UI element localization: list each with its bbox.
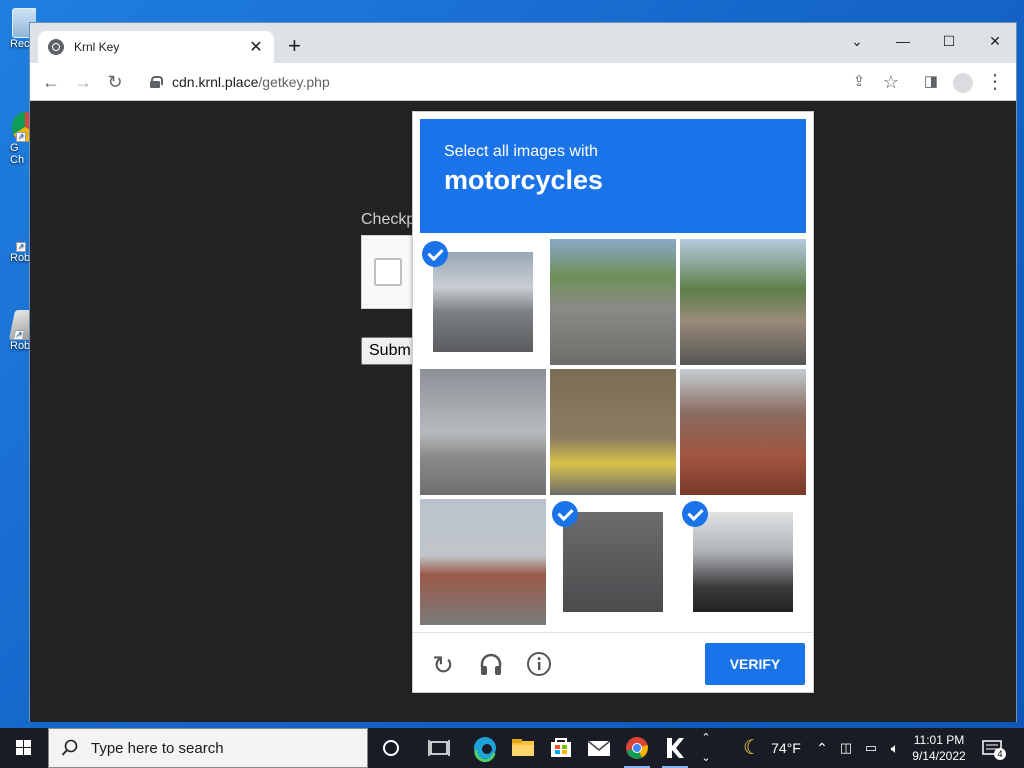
network-icon[interactable]: ▭ [860, 728, 882, 768]
bookmark-star-icon[interactable]: ☆ [878, 69, 904, 95]
clock-date: 9/14/2022 [912, 749, 966, 763]
search-icon [61, 739, 78, 756]
selected-checkmark-icon [552, 501, 578, 527]
side-panel-icon[interactable]: ◨ [918, 69, 944, 95]
maximize-button[interactable]: ☐ [926, 27, 972, 55]
verify-button[interactable]: VERIFY [705, 643, 805, 685]
minimize-button[interactable]: — [880, 27, 926, 55]
captcha-image-traffic-light-intersection [420, 499, 546, 625]
close-window-button[interactable]: ✕ [972, 27, 1018, 55]
shortcut-arrow-icon: ↗ [16, 242, 26, 252]
close-tab-icon[interactable]: ✕ [248, 37, 264, 57]
start-button[interactable] [0, 728, 48, 768]
taskbar-scroll-chevrons-icon[interactable]: ⌃ ⌄ [698, 728, 714, 768]
captcha-image-street-motorcycle-parked [433, 252, 533, 352]
browser-window: Krnl Key ✕ + ⌄ — ☐ ✕ ← → ↻ cdn.krnl.plac… [29, 22, 1017, 722]
captcha-tile-1[interactable] [420, 239, 546, 365]
shortcut-arrow-icon: ↗ [16, 132, 26, 142]
file-explorer-icon[interactable] [504, 728, 542, 768]
captcha-tile-5[interactable] [550, 369, 676, 495]
captcha-image-mountain-road-bridge [680, 239, 806, 365]
clock-time: 11:01 PM [913, 733, 965, 747]
captcha-tile-8[interactable] [550, 499, 676, 625]
reload-challenge-icon[interactable]: ↻ [429, 651, 457, 679]
mail-icon[interactable] [580, 728, 618, 768]
captcha-image-parked-motorcycles [693, 512, 793, 612]
tab-search-chevron-down-icon[interactable]: ⌄ [834, 27, 880, 55]
page-viewport: Checkp Subm Select all images with motor… [30, 101, 1016, 722]
clock[interactable]: 11:01 PM 9/14/2022 [908, 732, 970, 764]
volume-icon[interactable]: 🔈︎ [884, 728, 906, 768]
hidden-icons-chevron-up-icon[interactable]: ⌃ [812, 728, 832, 768]
captcha-prompt: Select all images with motorcycles [420, 119, 806, 233]
tab-title: Krnl Key [74, 40, 120, 54]
share-icon[interactable]: ⇪ [846, 69, 872, 95]
captcha-tile-6[interactable] [680, 369, 806, 495]
weather-temp[interactable]: 74°F [768, 728, 804, 768]
task-view-icon[interactable] [420, 728, 458, 768]
back-button[interactable]: ← [38, 69, 64, 95]
captcha-image-crosswalk-bus [550, 239, 676, 365]
captcha-image-brick-house [680, 369, 806, 495]
new-tab-button[interactable]: + [288, 35, 301, 57]
captcha-checkbox[interactable] [374, 258, 402, 286]
taskbar-search-box[interactable]: Type here to search [48, 728, 368, 768]
captcha-tile-3[interactable] [680, 239, 806, 365]
captcha-tile-7[interactable] [420, 499, 546, 625]
info-icon[interactable] [525, 651, 553, 679]
search-placeholder: Type here to search [91, 739, 224, 757]
checkpoint-label: Checkp [361, 211, 416, 228]
edge-icon[interactable] [466, 728, 504, 768]
captcha-tile-4[interactable] [420, 369, 546, 495]
audio-challenge-headphones-icon[interactable] [477, 651, 505, 679]
notification-count-badge: 4 [997, 749, 1003, 759]
meet-now-icon[interactable]: ◫ [836, 728, 856, 768]
prompt-line1: Select all images with [444, 143, 598, 160]
globe-icon [48, 39, 64, 55]
profile-avatar-icon[interactable] [950, 69, 976, 95]
tab-strip: Krnl Key ✕ + ⌄ — ☐ ✕ [30, 23, 1016, 63]
captcha-image-grid [420, 239, 806, 625]
prompt-target: motorcycles [444, 165, 604, 195]
address-bar[interactable]: cdn.krnl.place/getkey.php [138, 67, 918, 97]
captcha-tile-2[interactable] [550, 239, 676, 365]
taskbar: Type here to search ⌃ ⌄ ☾ 74°F ⌃ ◫ ▭ 🔈︎ 1… [0, 728, 1024, 768]
windows-logo-icon [16, 740, 31, 755]
krnl-taskbar-icon[interactable] [656, 728, 694, 768]
shortcut-arrow-icon: ↗ [12, 330, 25, 340]
moon-weather-icon[interactable]: ☾ [738, 728, 766, 768]
url-text: cdn.krnl.place/getkey.php [172, 74, 330, 90]
lock-icon [150, 76, 163, 88]
reload-button[interactable]: ↻ [102, 69, 128, 95]
notifications-icon[interactable]: 4 [978, 728, 1008, 768]
browser-toolbar: ← → ↻ cdn.krnl.place/getkey.php ⇪ ☆ ◨ ⋮ [30, 63, 1016, 101]
microsoft-store-icon[interactable] [542, 728, 580, 768]
cortana-icon[interactable] [372, 728, 410, 768]
captcha-image-highway-overpass [420, 369, 546, 495]
chrome-taskbar-icon[interactable] [618, 728, 656, 768]
captcha-image-motorcyclist-on-road [563, 512, 663, 612]
captcha-tile-9[interactable] [680, 499, 806, 625]
tab-krnl-key[interactable]: Krnl Key ✕ [38, 31, 274, 63]
selected-checkmark-icon [682, 501, 708, 527]
forward-button[interactable]: → [70, 69, 96, 95]
more-menu-icon[interactable]: ⋮ [982, 69, 1008, 95]
captcha-image-yellow-taxi [550, 369, 676, 495]
captcha-footer: ↻ VERIFY [413, 632, 813, 694]
selected-checkmark-icon [422, 241, 448, 267]
captcha-challenge: Select all images with motorcycles ↻ VER… [412, 111, 814, 693]
